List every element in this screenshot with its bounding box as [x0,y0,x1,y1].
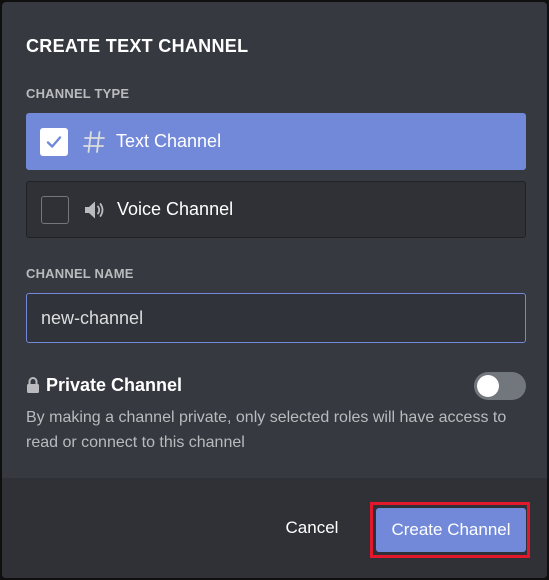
voice-channel-checkbox[interactable] [41,195,69,224]
voice-channel-label: Voice Channel [117,199,234,219]
private-channel-row: Private Channel [26,372,526,400]
text-channel-option[interactable]: Text Channel [26,113,526,170]
checkmark-icon [46,135,62,148]
modal-content: CREATE TEXT CHANNEL CHANNEL TYPE Text Ch… [2,2,547,478]
modal-footer: Cancel Create Channel [2,478,547,578]
modal-title: CREATE TEXT CHANNEL [26,36,249,56]
lock-icon [26,376,40,394]
text-channel-label: Text Channel [116,131,222,151]
private-channel-toggle[interactable] [474,372,526,400]
channel-name-label: CHANNEL NAME [26,266,134,281]
channel-type-label: CHANNEL TYPE [26,86,130,101]
create-channel-modal: CREATE TEXT CHANNEL CHANNEL TYPE Text Ch… [2,2,547,578]
voice-channel-option[interactable]: Voice Channel [26,181,526,238]
private-channel-label: Private Channel [46,374,183,395]
private-channel-help: By making a channel private, only select… [26,409,507,451]
toggle-knob [477,375,499,397]
create-channel-button[interactable]: Create Channel [376,508,526,552]
speaker-icon [83,198,107,222]
text-channel-checkbox[interactable] [40,127,68,156]
hash-icon [82,130,106,154]
channel-name-input[interactable] [26,293,526,343]
cancel-button[interactable]: Cancel [272,508,352,548]
